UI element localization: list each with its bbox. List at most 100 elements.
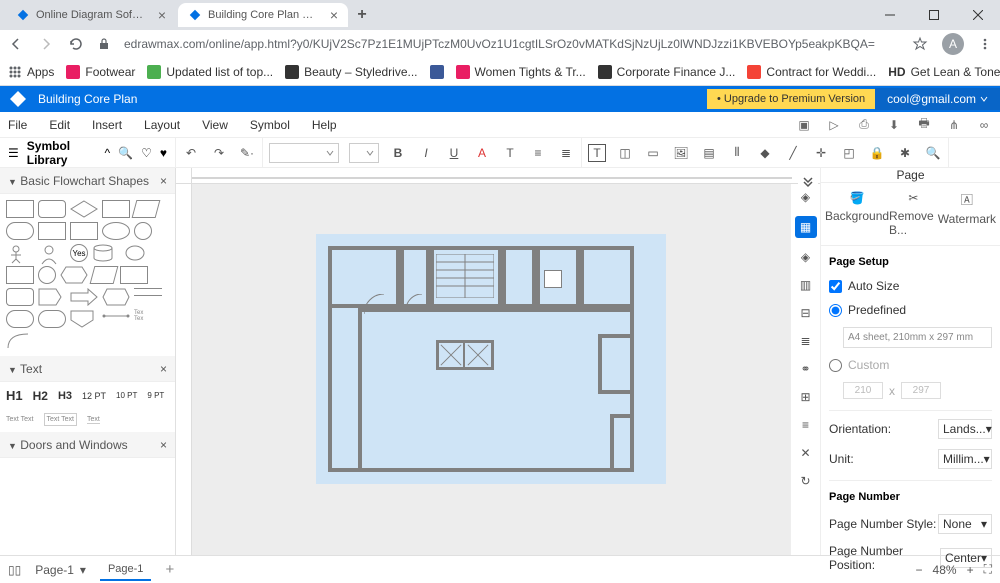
autosize-row[interactable]: Auto Size bbox=[829, 274, 992, 298]
section-flowchart-shapes[interactable]: ▼ Basic Flowchart Shapes × bbox=[0, 168, 175, 194]
reload-button[interactable] bbox=[68, 36, 84, 52]
close-section-icon[interactable]: × bbox=[160, 438, 167, 452]
upgrade-button[interactable]: • Upgrade to Premium Version bbox=[707, 89, 875, 109]
canvas[interactable] bbox=[192, 184, 790, 555]
italic-icon[interactable]: I bbox=[417, 144, 435, 162]
bookmark[interactable]: HDGet Lean & Toned I... bbox=[888, 65, 1000, 79]
rect-tool-icon[interactable]: ▭ bbox=[644, 144, 662, 162]
text-9pt[interactable]: 9 PT bbox=[147, 391, 164, 400]
text-10pt[interactable]: 10 PT bbox=[116, 391, 137, 400]
lock-icon[interactable]: 🔒 bbox=[868, 144, 886, 162]
shape-connector-line[interactable] bbox=[102, 310, 130, 328]
download-icon[interactable]: ⬇ bbox=[886, 117, 902, 133]
shape-ellipse[interactable] bbox=[102, 222, 130, 240]
bookmark[interactable]: Beauty – Styledrive... bbox=[285, 65, 417, 79]
shape-circle[interactable] bbox=[134, 222, 152, 240]
stack-icon[interactable]: ≣ bbox=[797, 332, 815, 350]
bookmark[interactable] bbox=[430, 65, 444, 79]
layers-icon[interactable]: ◈ bbox=[797, 248, 815, 266]
profile-avatar[interactable]: A bbox=[942, 33, 964, 55]
bookmark[interactable]: Updated list of top... bbox=[147, 65, 273, 79]
bold-icon[interactable]: B bbox=[389, 144, 407, 162]
align-center-icon[interactable]: ≣ bbox=[557, 144, 575, 162]
text-h2[interactable]: H2 bbox=[33, 389, 48, 403]
zoom-out-button[interactable]: − bbox=[916, 563, 923, 577]
close-icon[interactable]: × bbox=[158, 7, 166, 23]
image-tool-icon[interactable]: 🖼 bbox=[672, 144, 690, 162]
text-h1[interactable]: H1 bbox=[6, 388, 23, 403]
shape-arrow-right[interactable] bbox=[70, 288, 98, 306]
shape-cylinder[interactable] bbox=[92, 244, 120, 262]
apps-button[interactable]: Apps bbox=[8, 65, 54, 79]
shape-card[interactable] bbox=[6, 266, 34, 284]
shape-shield[interactable] bbox=[70, 310, 98, 328]
bookmark[interactable]: Corporate Finance J... bbox=[598, 65, 736, 79]
shape-hexagon[interactable] bbox=[60, 266, 88, 284]
distribute-icon[interactable]: ⫴ bbox=[728, 144, 746, 162]
print-icon[interactable]: 🖶 bbox=[916, 117, 932, 133]
shape-round-rect[interactable] bbox=[38, 200, 66, 218]
shape-manual[interactable] bbox=[120, 266, 148, 284]
shape-tool-icon[interactable]: ◫ bbox=[616, 144, 634, 162]
maximize-button[interactable] bbox=[912, 0, 956, 30]
search-icon[interactable]: 🔍 bbox=[924, 144, 942, 162]
forward-button[interactable] bbox=[38, 36, 54, 52]
shape-yes[interactable]: Yes bbox=[70, 244, 88, 262]
link-icon[interactable]: ⚭ bbox=[797, 360, 815, 378]
floor-plan[interactable] bbox=[316, 234, 666, 484]
active-page-tab[interactable]: Page-1 bbox=[100, 559, 151, 581]
section-doors-windows[interactable]: ▼ Doors and Windows × bbox=[0, 432, 175, 458]
url-text[interactable]: edrawmax.com/online/app.html?y0/KUjV2Sc7… bbox=[124, 37, 898, 51]
align-icon[interactable]: ▥ bbox=[797, 276, 815, 294]
text-box-border[interactable]: Text Text bbox=[44, 413, 78, 426]
link-icon[interactable]: ∞ bbox=[976, 117, 992, 133]
save-icon[interactable]: ⎙ bbox=[856, 117, 872, 133]
bookmark[interactable]: Contract for Weddi... bbox=[747, 65, 876, 79]
browser-tab[interactable]: Online Diagram Software - Edra... × bbox=[6, 3, 176, 27]
arrow-icon[interactable]: ✛ bbox=[812, 144, 830, 162]
menu-icon[interactable] bbox=[978, 37, 992, 51]
predefined-size-input[interactable] bbox=[843, 327, 992, 348]
back-button[interactable] bbox=[8, 36, 24, 52]
fullscreen-icon[interactable]: ⛶ bbox=[984, 562, 992, 577]
expand-toolbar-icon[interactable] bbox=[798, 170, 818, 190]
crop-icon[interactable]: ◰ bbox=[840, 144, 858, 162]
zoom-in-button[interactable]: + bbox=[967, 563, 974, 577]
predefined-row[interactable]: Predefined bbox=[829, 298, 992, 322]
autosize-checkbox[interactable] bbox=[829, 280, 842, 293]
shape-predefined[interactable] bbox=[70, 222, 98, 240]
page-dropdown[interactable]: Page-1 ▾ bbox=[35, 563, 86, 577]
shape-diamond[interactable] bbox=[70, 200, 98, 218]
shape-annotation[interactable]: TexTex bbox=[134, 310, 162, 328]
shape-database[interactable] bbox=[124, 244, 152, 262]
font-color-icon[interactable]: A bbox=[473, 144, 491, 162]
add-icon[interactable]: ⊞ bbox=[797, 388, 815, 406]
text-tool-icon[interactable]: T bbox=[588, 144, 606, 162]
line-icon[interactable]: ╱ bbox=[784, 144, 802, 162]
unit-select[interactable]: Millim...▾ bbox=[938, 449, 992, 469]
play-icon[interactable]: ▷ bbox=[826, 117, 842, 133]
tab-remove-bg[interactable]: ✂Remove B... bbox=[889, 191, 938, 237]
underline-icon[interactable]: U bbox=[445, 144, 463, 162]
browser-tab-active[interactable]: Building Core Plan - Edraw Max × bbox=[178, 3, 348, 27]
heart-outline-icon[interactable]: ♡ bbox=[141, 146, 152, 160]
bookmark[interactable]: Women Tights & Tr... bbox=[456, 65, 586, 79]
predefined-radio[interactable] bbox=[829, 304, 842, 317]
custom-row[interactable]: Custom bbox=[829, 353, 992, 377]
menu-layout[interactable]: Layout bbox=[144, 118, 180, 132]
orientation-select[interactable]: Lands...▾ bbox=[938, 419, 992, 439]
undo-icon[interactable]: ↶ bbox=[182, 144, 200, 162]
text-underline[interactable]: Text bbox=[87, 416, 100, 424]
shape-pill[interactable] bbox=[6, 310, 34, 328]
align-left-icon[interactable]: ≡ bbox=[529, 144, 547, 162]
font-size-select[interactable] bbox=[349, 143, 379, 163]
shape-document[interactable] bbox=[102, 200, 130, 218]
nav-icon[interactable]: ✕ bbox=[797, 444, 815, 462]
symbol-library-header[interactable]: ☰ Symbol Library ^ 🔍 ♡ ♥ bbox=[0, 138, 176, 168]
menu-view[interactable]: View bbox=[202, 118, 228, 132]
close-window-button[interactable] bbox=[956, 0, 1000, 30]
text-h3[interactable]: H3 bbox=[58, 390, 72, 402]
shape-data[interactable] bbox=[90, 266, 119, 284]
text-12pt[interactable]: 12 PT bbox=[82, 391, 106, 401]
bookmark[interactable]: Footwear bbox=[66, 65, 135, 79]
